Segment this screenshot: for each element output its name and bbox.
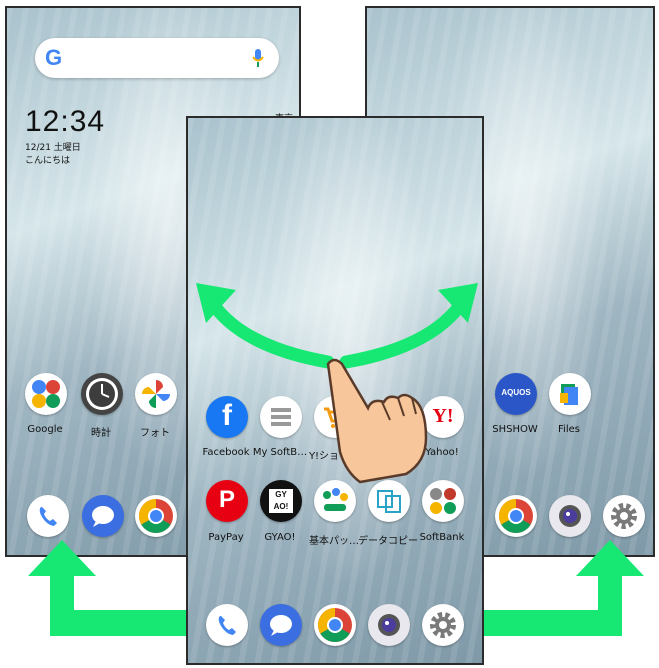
phone-icon[interactable] — [206, 604, 248, 646]
left-up-arrow-icon — [28, 540, 198, 636]
photos-icon[interactable] — [135, 373, 177, 415]
google-folder-icon[interactable] — [25, 373, 67, 415]
paypay-icon[interactable]: P — [206, 480, 248, 522]
app-label-google: Google — [27, 424, 63, 435]
chrome-icon[interactable] — [495, 495, 537, 537]
aquos-text: AQUOS — [501, 388, 531, 397]
clock-widget[interactable]: 12:34 12/21 土曜日 こんにちは — [25, 105, 106, 167]
clock-time: 12:34 — [25, 105, 106, 138]
google-search-bar[interactable]: G — [35, 38, 279, 78]
gyao-icon[interactable]: GY AO! — [260, 480, 302, 522]
kihon-pack-icon[interactable] — [314, 480, 356, 522]
camera-icon[interactable] — [368, 604, 410, 646]
greeting-text: こんにちは — [25, 156, 71, 166]
data-copy-icon[interactable] — [368, 480, 410, 522]
right-up-arrow-icon — [474, 540, 644, 636]
settings-icon[interactable] — [422, 604, 464, 646]
settings-icon[interactable] — [603, 495, 645, 537]
chrome-icon[interactable] — [314, 604, 356, 646]
camera-icon[interactable] — [549, 495, 591, 537]
my-softbank-icon[interactable] — [260, 396, 302, 438]
phone-icon[interactable] — [27, 495, 69, 537]
chrome-icon[interactable] — [135, 495, 177, 537]
center-home-screen: f Facebook My SoftB… Y!ショッ… Y! Yahoo! P … — [186, 116, 484, 665]
google-logo-icon: G — [45, 45, 63, 70]
files-icon[interactable] — [549, 373, 591, 415]
app-label-softbank: SoftBank — [419, 532, 465, 543]
facebook-icon[interactable]: f — [206, 396, 248, 438]
microphone-icon[interactable] — [251, 48, 265, 68]
swipe-hand-icon — [326, 358, 428, 484]
swipe-arrows-icon — [196, 283, 478, 369]
app-label-files: Files — [558, 424, 580, 435]
aquos-shshow-icon[interactable]: AQUOS — [495, 373, 537, 415]
softbank-folder-icon[interactable] — [422, 480, 464, 522]
clock-date: 12/21 土曜日 — [25, 143, 81, 153]
clock-icon[interactable] — [81, 373, 123, 415]
softbank-message-icon[interactable] — [260, 604, 302, 646]
app-label-photos: フォト — [140, 428, 170, 439]
softbank-message-icon[interactable] — [82, 495, 124, 537]
